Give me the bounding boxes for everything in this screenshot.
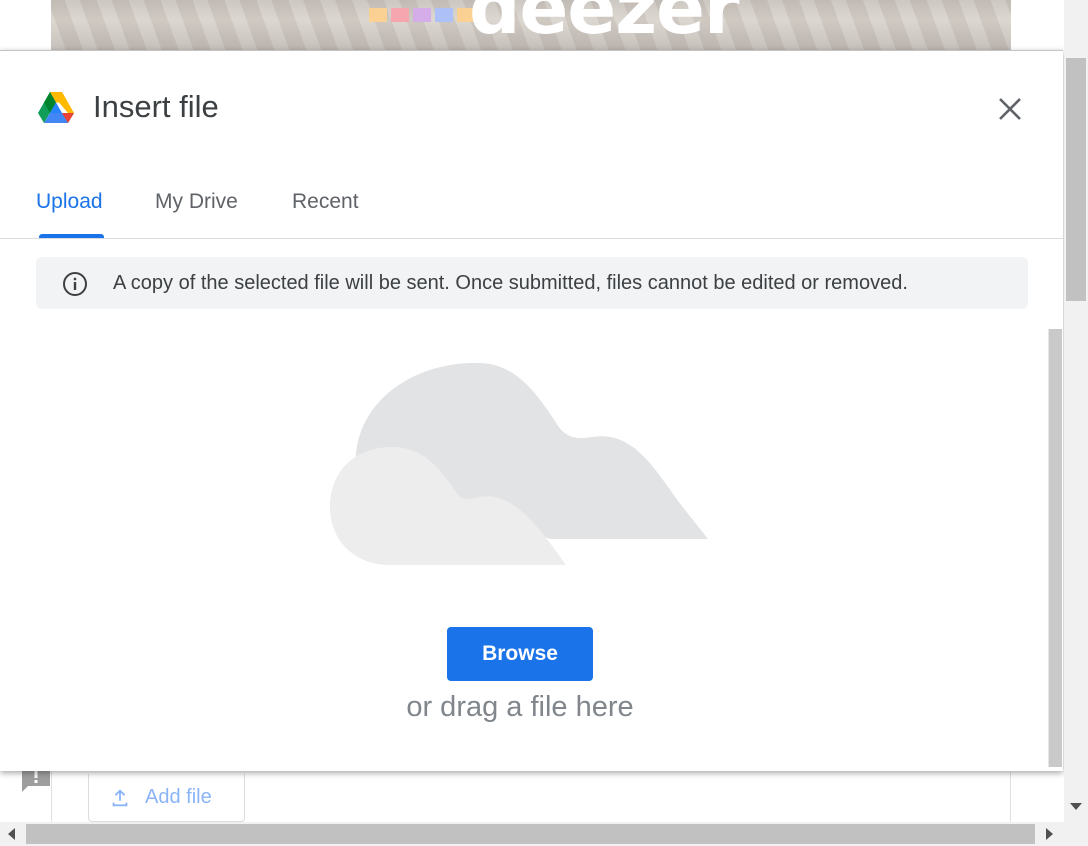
add-file-label: Add file [145,786,212,808]
tab-recent[interactable]: Recent [292,190,359,214]
scroll-down-arrow-icon[interactable] [1070,803,1082,810]
add-file-button[interactable]: Add file [88,774,245,822]
upload-icon [112,788,128,806]
close-button[interactable] [994,93,1026,125]
info-icon [63,272,87,296]
active-tab-indicator [39,234,104,238]
info-notice: A copy of the selected file will be sent… [36,257,1028,309]
cloud-illustration [330,362,708,565]
dialog-scrollbar[interactable] [1048,329,1062,767]
browse-button[interactable]: Browse [447,627,593,681]
drag-drop-hint: or drag a file here [406,691,634,723]
insert-file-dialog: Insert file Upload My Drive Recent A cop… [0,50,1063,771]
close-icon [999,98,1021,120]
scroll-right-arrow-icon[interactable] [1046,828,1053,840]
tab-bar: Upload My Drive Recent [0,176,1063,239]
notice-text: A copy of the selected file will be sent… [113,272,908,294]
dialog-header: Insert file [0,51,1063,166]
header-banner-image: deezer [51,0,1011,50]
scroll-left-arrow-icon[interactable] [8,828,15,840]
dialog-title: Insert file [93,89,219,124]
horizontal-scrollbar-thumb[interactable] [26,824,1035,844]
google-drive-icon [38,92,74,123]
tab-my-drive[interactable]: My Drive [155,190,238,214]
tab-upload[interactable]: Upload [36,190,103,214]
vertical-scrollbar-thumb[interactable] [1066,58,1086,301]
